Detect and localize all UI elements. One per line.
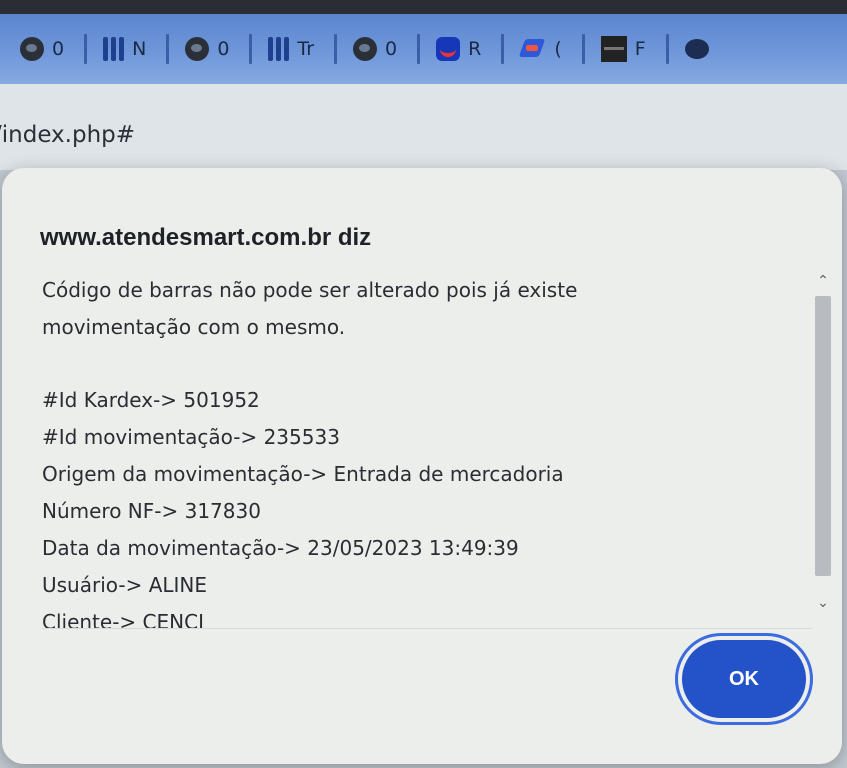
detail-movement-id: #Id movimentação-> 235533 <box>42 425 340 449</box>
bookmark-label: 0 <box>385 38 398 60</box>
bookmark-label: Tr <box>297 38 315 60</box>
bookmark-item[interactable] <box>684 39 709 59</box>
chevron-up-icon[interactable]: ⌃ <box>814 272 832 290</box>
window-frame <box>0 0 847 14</box>
circle-logo-icon <box>353 37 378 61</box>
bars-logo-icon <box>103 37 125 61</box>
alert-dialog: www.atendesmart.com.br diz Código de bar… <box>2 168 842 764</box>
bookmark-item[interactable]: F <box>600 36 660 62</box>
chevron-down-icon[interactable]: ⌄ <box>814 594 832 612</box>
bars-logo-icon <box>268 37 290 61</box>
bookmark-item[interactable]: 0 <box>353 37 411 61</box>
message-line: Código de barras não pode ser alterado p… <box>42 278 578 302</box>
bookmark-item[interactable]: 0 <box>185 37 243 61</box>
detail-kardex-id: #Id Kardex-> 501952 <box>42 388 260 412</box>
dialog-title: www.atendesmart.com.br diz <box>40 224 372 251</box>
bookmark-item[interactable]: Tr <box>268 37 328 61</box>
message-scrollbar[interactable]: ⌃ ⌄ <box>810 270 836 614</box>
bookmark-item[interactable]: N <box>103 37 160 61</box>
detail-movement-origin: Origem da movimentação-> Entrada de merc… <box>42 462 564 486</box>
url-text[interactable]: /index.php# <box>0 122 135 148</box>
bookmark-label: 0 <box>52 38 65 60</box>
bookmark-separator <box>84 34 88 64</box>
detail-client: Cliente-> CENCI <box>42 610 204 628</box>
detail-invoice-number: Número NF-> 317830 <box>42 499 261 523</box>
bookmarks-bar: 0 N 0 Tr 0 R ( F <box>0 14 847 84</box>
bookmark-item[interactable]: ( <box>520 37 575 61</box>
detail-user: Usuário-> ALINE <box>42 573 208 597</box>
scrollbar-thumb[interactable] <box>815 296 831 576</box>
bookmark-label: R <box>468 38 482 60</box>
bookmark-label: 0 <box>217 38 230 60</box>
circle-logo-icon <box>185 37 210 61</box>
bookmark-separator <box>581 34 585 64</box>
dialog-divider <box>42 628 812 629</box>
message-line: movimentação com o mesmo. <box>42 315 346 339</box>
ok-button[interactable]: OK <box>682 640 806 718</box>
bookmark-item[interactable]: R <box>436 37 495 61</box>
bookmark-label: N <box>132 38 147 60</box>
black-box-logo-icon <box>600 36 627 62</box>
bookmark-separator <box>501 34 505 64</box>
bookmark-separator <box>166 34 170 64</box>
bookmark-label: F <box>634 38 646 60</box>
bookmark-separator <box>249 34 253 64</box>
bookmark-separator <box>334 34 338 64</box>
shield-logo-icon <box>436 37 461 61</box>
bookmark-label: ( <box>554 38 562 60</box>
flag-logo-icon <box>520 37 546 61</box>
address-bar[interactable]: /index.php# <box>0 84 847 170</box>
bookmark-separator <box>665 34 669 64</box>
bookmark-separator <box>417 34 421 64</box>
dialog-message: Código de barras não pode ser alterado p… <box>42 272 802 628</box>
detail-movement-date: Data da movimentação-> 23/05/2023 13:49:… <box>42 536 519 560</box>
bookmark-item[interactable]: 0 <box>20 37 78 61</box>
partial-logo-icon <box>684 39 709 59</box>
circle-logo-icon <box>20 37 44 61</box>
